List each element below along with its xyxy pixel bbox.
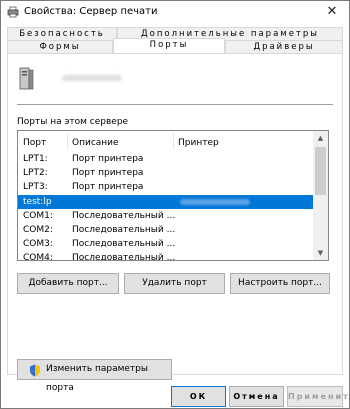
column-divider[interactable] xyxy=(173,133,174,149)
server-name-redacted xyxy=(62,75,122,81)
port-name: COM3: xyxy=(23,239,53,249)
configure-port-button[interactable]: Настроить порт... xyxy=(230,273,330,294)
change-port-settings-button[interactable]: Изменить параметры порта xyxy=(17,359,172,393)
ports-list[interactable]: Порт Описание Принтер LPT1: Порт принтер… xyxy=(17,130,329,261)
list-item[interactable]: COM3: Последовательный ... xyxy=(18,237,314,251)
port-name: LPT1: xyxy=(23,154,48,164)
list-item[interactable]: LPT1: Порт принтера xyxy=(18,152,314,166)
list-item[interactable]: COM1: Последовательный ... xyxy=(18,209,314,223)
scroll-up-icon[interactable]: ▲ xyxy=(313,131,328,145)
column-divider[interactable] xyxy=(67,133,68,149)
separator xyxy=(17,104,333,105)
port-description: Порт принтера xyxy=(72,182,144,192)
port-description: Порт принтера xyxy=(72,168,144,178)
port-name: COM1: xyxy=(23,211,53,221)
delete-port-button[interactable]: Удалить порт xyxy=(124,273,225,294)
port-description: Последовательный ... xyxy=(72,239,176,249)
title-bar: Свойства: Сервер печати ✕ xyxy=(1,1,349,23)
vertical-scrollbar[interactable]: ▲ ▼ xyxy=(313,131,328,260)
uac-shield-icon xyxy=(30,364,40,377)
port-description: Последовательный ... xyxy=(72,253,176,261)
list-item[interactable]: COM4: Последовательный ... xyxy=(18,251,314,261)
port-name: test:lp xyxy=(23,197,52,207)
column-header-port[interactable]: Порт xyxy=(23,138,46,148)
server-icon xyxy=(19,67,34,90)
window-title: Свойства: Сервер печати xyxy=(24,6,158,17)
scrollbar-thumb[interactable] xyxy=(315,147,326,195)
port-description: Последовательный ... xyxy=(72,225,176,235)
list-item[interactable]: COM2: Последовательный ... xyxy=(18,223,314,237)
port-description: Порт принтера xyxy=(72,154,144,164)
tab-drivers[interactable]: Драйверы xyxy=(225,40,343,53)
port-name: COM2: xyxy=(23,225,53,235)
list-item-selected[interactable]: test:lp xyxy=(18,195,314,209)
port-name: COM4: xyxy=(23,253,53,261)
port-description: Последовательный ... xyxy=(72,211,176,221)
add-port-button[interactable]: Добавить порт... xyxy=(17,273,119,294)
port-name: LPT3: xyxy=(23,182,48,192)
list-item[interactable]: LPT2: Порт принтера xyxy=(18,166,314,180)
port-name: LPT2: xyxy=(23,168,48,178)
print-server-properties-window: Свойства: Сервер печати ✕ Безопасность Д… xyxy=(0,0,350,409)
tab-ports[interactable]: Порты xyxy=(113,38,225,53)
change-port-settings-label: Изменить параметры порта xyxy=(46,364,149,393)
ok-button[interactable]: ОК xyxy=(171,386,226,407)
apply-button[interactable]: Применить xyxy=(287,386,350,407)
printer-name-redacted xyxy=(180,199,250,205)
scroll-down-icon[interactable]: ▼ xyxy=(313,246,328,260)
close-button[interactable]: ✕ xyxy=(315,1,349,23)
tab-forms[interactable]: Формы xyxy=(7,40,113,53)
ports-section-label: Порты на этом сервере xyxy=(17,117,129,127)
cancel-button[interactable]: Отмена xyxy=(229,386,284,407)
list-item[interactable]: LPT3: Порт принтера xyxy=(18,180,314,194)
column-header-printer[interactable]: Принтер xyxy=(178,138,219,148)
tab-security[interactable]: Безопасность xyxy=(7,27,117,40)
printer-icon xyxy=(7,6,19,18)
column-header-description[interactable]: Описание xyxy=(72,138,119,148)
